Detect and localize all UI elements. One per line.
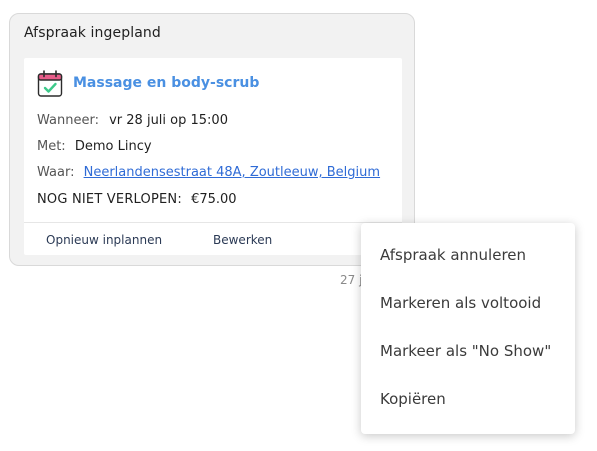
status-label: NOG NIET VERLOPEN: (37, 192, 182, 207)
service-name[interactable]: Massage en body-scrub (73, 75, 259, 91)
page: Afspraak ingepland Massage en body-scrub… (0, 0, 597, 451)
price-value: €75.00 (191, 192, 237, 207)
menu-item-mark-completed[interactable]: Markeren als voltooid (380, 294, 541, 312)
menu-item-cancel-appointment[interactable]: Afspraak annuleren (380, 246, 526, 264)
status-row: NOG NIET VERLOPEN: €75.00 (37, 192, 237, 207)
divider (24, 222, 402, 223)
calendar-check-icon (37, 70, 63, 97)
with-label: Met: (37, 139, 66, 154)
menu-item-mark-no-show[interactable]: Markeer als "No Show" (380, 342, 551, 360)
with-value: Demo Lincy (74, 139, 152, 154)
where-row: Waar: Neerlandensestraat 48A, Zoutleeuw,… (37, 165, 380, 180)
address-link[interactable]: Neerlandensestraat 48A, Zoutleeuw, Belgi… (84, 165, 380, 180)
when-label: Wanneer: (37, 113, 99, 128)
appointment-details: Massage en body-scrub Wanneer: vr 28 jul… (24, 58, 402, 255)
menu-item-copy[interactable]: Kopiëren (380, 390, 446, 408)
when-value: vr 28 juli op 15:00 (109, 113, 228, 128)
edit-button[interactable]: Bewerken (213, 233, 272, 247)
when-row: Wanneer: vr 28 juli op 15:00 (37, 113, 228, 128)
where-label: Waar: (37, 165, 75, 180)
card-title: Afspraak ingepland (24, 25, 161, 41)
appointment-card: Afspraak ingepland Massage en body-scrub… (9, 13, 415, 266)
with-row: Met: Demo Lincy (37, 139, 152, 154)
context-menu: Afspraak annuleren Markeren als voltooid… (361, 223, 575, 434)
reschedule-button[interactable]: Opnieuw inplannen (46, 233, 162, 247)
message-timestamp: 27 j (340, 273, 363, 287)
